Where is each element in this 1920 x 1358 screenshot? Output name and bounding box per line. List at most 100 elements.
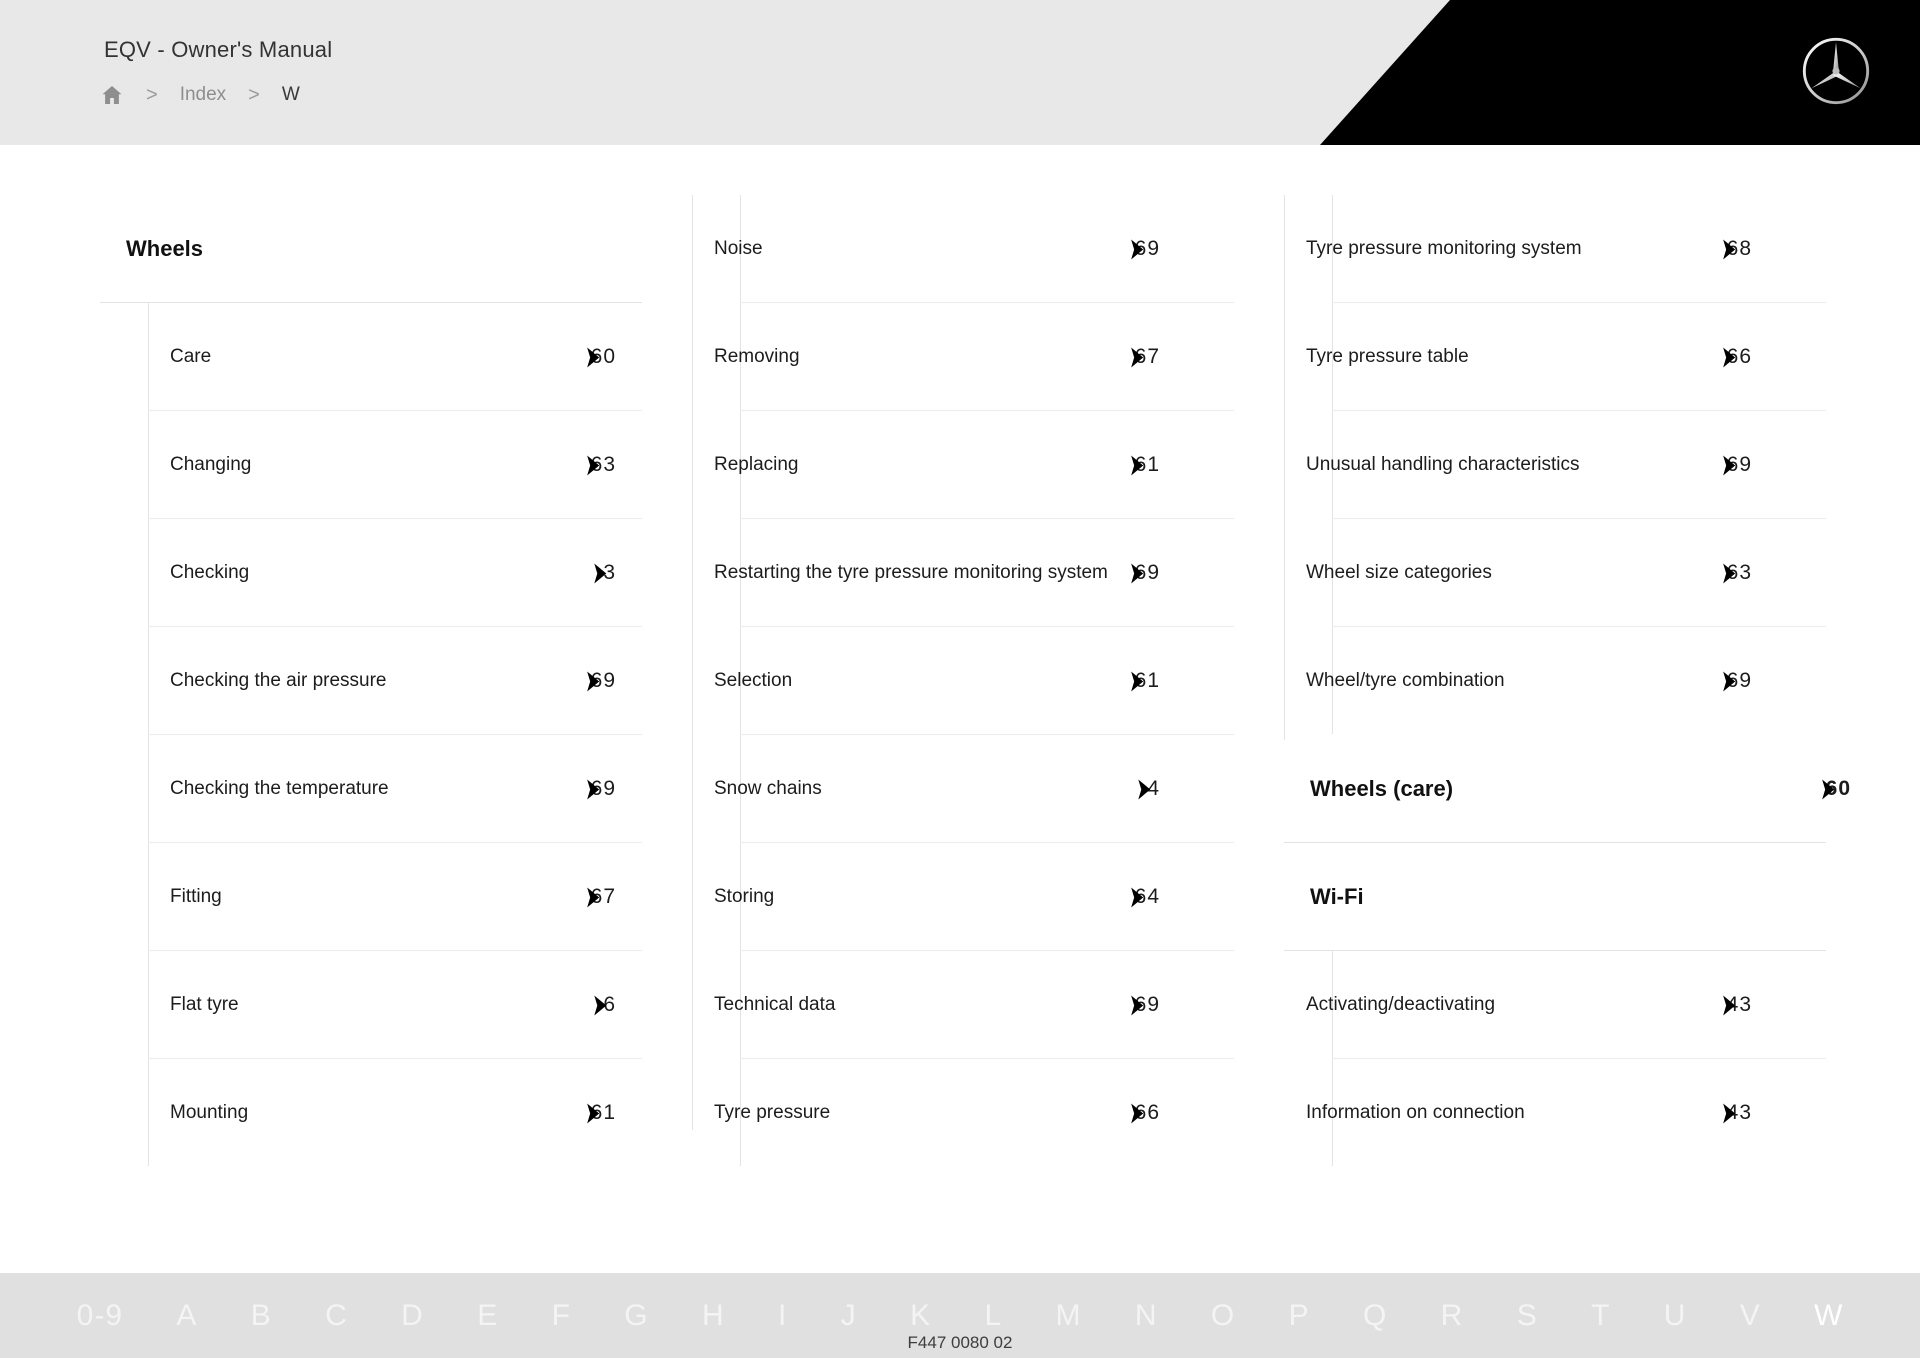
breadcrumb-item-index[interactable]: Index: [180, 84, 226, 106]
alpha-link-0-9[interactable]: 0-9: [50, 1300, 150, 1331]
breadcrumb-separator-1: >: [146, 84, 158, 106]
index-entry[interactable]: Noise 69: [692, 195, 1259, 303]
alpha-link-e[interactable]: E: [451, 1300, 525, 1331]
page-number-link[interactable]: 43: [1706, 993, 1752, 1017]
page-number-prefix: 6: [1726, 669, 1740, 692]
alpha-link-b[interactable]: B: [224, 1300, 298, 1331]
page-title: EQV - Owner's Manual: [104, 37, 333, 62]
index-entry[interactable]: Checking the temperature 69: [100, 735, 667, 843]
page-number-link[interactable]: 66: [1114, 1101, 1160, 1125]
index-entry[interactable]: Replacing 61: [692, 411, 1259, 519]
page-number-prefix: 6: [590, 669, 604, 692]
page-number-link[interactable]: 69: [1114, 237, 1160, 261]
alpha-link-q[interactable]: Q: [1336, 1300, 1414, 1331]
alpha-link-m[interactable]: M: [1029, 1300, 1108, 1331]
index-entry[interactable]: Wheel/tyre combination 69: [1284, 627, 1851, 735]
page-number-link[interactable]: 61: [1114, 453, 1160, 477]
alpha-link-o[interactable]: O: [1184, 1300, 1262, 1331]
page-number-link[interactable]: 66: [1706, 345, 1752, 369]
page-number-link[interactable]: 67: [1114, 345, 1160, 369]
index-entry[interactable]: Changing 63: [100, 411, 667, 519]
alphabet-navigation-bar: 0-9 A B C D E F G H I J K L M N O P Q R …: [0, 1273, 1920, 1358]
section-heading-wheels-care[interactable]: Wheels (care) 60: [1284, 735, 1851, 843]
index-entry-label: Care: [170, 345, 212, 367]
page-number-link[interactable]: 61: [570, 1101, 616, 1125]
alpha-link-n[interactable]: N: [1108, 1300, 1184, 1331]
page-number-link[interactable]: 63: [570, 453, 616, 477]
page-number-link[interactable]: 67: [570, 885, 616, 909]
alpha-link-u[interactable]: U: [1637, 1300, 1713, 1331]
index-entry[interactable]: Activating/deactivating 43: [1284, 951, 1851, 1059]
index-entry[interactable]: Selection 61: [692, 627, 1259, 735]
alpha-link-l[interactable]: L: [958, 1300, 1029, 1331]
alpha-link-k[interactable]: K: [883, 1300, 957, 1331]
alpha-link-a[interactable]: A: [150, 1300, 224, 1331]
home-icon[interactable]: [100, 83, 124, 107]
index-entry[interactable]: Flat tyre 6: [100, 951, 667, 1059]
index-entry-label: Changing: [170, 453, 252, 475]
alpha-link-t[interactable]: T: [1564, 1300, 1637, 1331]
index-entry[interactable]: Technical data 69: [692, 951, 1259, 1059]
page-number-link[interactable]: 43: [1706, 1101, 1752, 1125]
page-number-link[interactable]: 63: [1706, 561, 1752, 585]
page-number-link[interactable]: 60: [1805, 777, 1851, 801]
index-entry[interactable]: Tyre pressure table 66: [1284, 303, 1851, 411]
index-entry-label: Tyre pressure table: [1306, 345, 1469, 367]
alpha-link-i[interactable]: I: [751, 1300, 814, 1331]
mercedes-benz-star-logo: [1800, 35, 1872, 107]
page-number-prefix: 6: [1134, 237, 1148, 260]
page-number-suffix: 9: [1739, 453, 1752, 476]
index-entry[interactable]: Information on connection 43: [1284, 1059, 1851, 1167]
alpha-link-r[interactable]: R: [1414, 1300, 1490, 1331]
index-entry-label: Tyre pressure: [714, 1101, 831, 1123]
index-entry[interactable]: Tyre pressure 66: [692, 1059, 1259, 1167]
alpha-link-j[interactable]: J: [814, 1300, 883, 1331]
index-entry[interactable]: Checking the air pressure 69: [100, 627, 667, 735]
page-number-link[interactable]: 61: [1114, 669, 1160, 693]
page-number-link[interactable]: 69: [1706, 669, 1752, 693]
index-entry[interactable]: Mounting 61: [100, 1059, 667, 1167]
section-heading-label: Wheels (care): [1310, 776, 1454, 801]
alpha-link-v[interactable]: V: [1713, 1300, 1787, 1331]
index-entry[interactable]: Care 60: [100, 303, 667, 411]
alpha-link-p[interactable]: P: [1262, 1300, 1336, 1331]
index-entry-label: Tyre pressure monitoring system: [1306, 237, 1582, 259]
index-entry[interactable]: Wheel size categories 63: [1284, 519, 1851, 627]
page-number-link[interactable]: 4: [1114, 777, 1160, 801]
page-number-link[interactable]: 69: [1706, 453, 1752, 477]
page-number-prefix: 6: [590, 1101, 604, 1124]
alpha-link-f[interactable]: F: [525, 1300, 598, 1331]
index-entry[interactable]: Removing 67: [692, 303, 1259, 411]
index-entry[interactable]: Storing 64: [692, 843, 1259, 951]
alpha-link-c[interactable]: C: [298, 1300, 374, 1331]
index-entry-label: Selection: [714, 669, 793, 691]
page-number-link[interactable]: 69: [1114, 561, 1160, 585]
index-entry[interactable]: Checking 3: [100, 519, 667, 627]
page-number-link[interactable]: 69: [570, 777, 616, 801]
index-entry-label: Checking the air pressure: [170, 669, 387, 691]
page-number-prefix: 6: [1726, 561, 1740, 584]
page-number-link[interactable]: 69: [570, 669, 616, 693]
alpha-link-w[interactable]: W: [1787, 1300, 1870, 1331]
index-entry[interactable]: Restarting the tyre pressure monitoring …: [692, 519, 1259, 627]
alpha-link-g[interactable]: G: [598, 1300, 676, 1331]
index-entry[interactable]: Fitting 67: [100, 843, 667, 951]
index-entry[interactable]: Unusual handling characteristics 69: [1284, 411, 1851, 519]
index-entry[interactable]: Snow chains 4: [692, 735, 1259, 843]
page-number-suffix: 3: [603, 453, 616, 476]
page-number-prefix: 6: [1726, 237, 1740, 260]
page-number-prefix: 4: [1147, 777, 1160, 800]
alpha-link-d[interactable]: D: [375, 1300, 451, 1331]
page-number-link[interactable]: 64: [1114, 885, 1160, 909]
page-number-link[interactable]: 60: [570, 345, 616, 369]
page-number-prefix: 6: [1825, 777, 1839, 800]
section-heading-label: Wheels: [126, 236, 204, 261]
page-number-link[interactable]: 68: [1706, 237, 1752, 261]
page-number-link[interactable]: 3: [570, 561, 616, 585]
alpha-link-h[interactable]: H: [675, 1300, 751, 1331]
page-number-prefix: 6: [1726, 345, 1740, 368]
page-number-link[interactable]: 6: [570, 993, 616, 1017]
page-number-link[interactable]: 69: [1114, 993, 1160, 1017]
index-entry[interactable]: Tyre pressure monitoring system 68: [1284, 195, 1851, 303]
alpha-link-s[interactable]: S: [1490, 1300, 1564, 1331]
